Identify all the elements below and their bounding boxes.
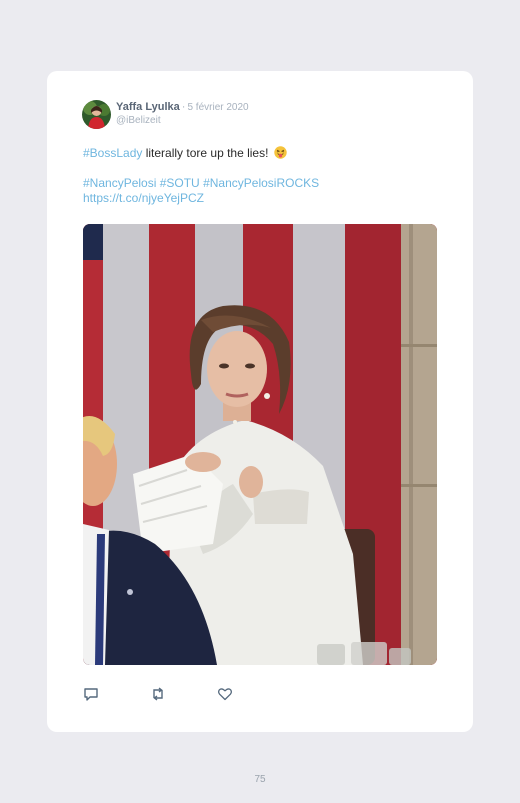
tweet-text-line-2: #NancyPelosi #SOTU #NancyPelosiROCKS bbox=[83, 176, 319, 191]
author-name-text[interactable]: Yaffa Lyulka bbox=[116, 101, 180, 113]
retweet-icon[interactable] bbox=[150, 686, 166, 702]
heart-icon[interactable] bbox=[217, 686, 233, 702]
hashtag-sotu[interactable]: #SOTU bbox=[160, 176, 200, 190]
tweet-text-line-3: https://t.co/njyeYejPCZ bbox=[83, 191, 204, 206]
face-with-tongue-emoji-icon bbox=[274, 146, 287, 159]
tweet-card: Yaffa Lyulka · 5 février 2020 @iBelizeit #… bbox=[47, 71, 473, 732]
tweet-text-line-1: #BossLady literally tore up the lies! bbox=[83, 146, 287, 161]
hashtag-bosslady[interactable]: #BossLady bbox=[83, 146, 142, 160]
tweet-media[interactable] bbox=[83, 224, 437, 665]
page-number: 75 bbox=[254, 774, 266, 785]
hashtag-nancypelosi[interactable]: #NancyPelosi bbox=[83, 176, 156, 190]
media-image bbox=[83, 224, 437, 665]
author-name[interactable]: Yaffa Lyulka · 5 février 2020 bbox=[116, 101, 249, 113]
hashtag-nancypelosirocks[interactable]: #NancyPelosiROCKS bbox=[203, 176, 319, 190]
separator-dot: · bbox=[181, 101, 186, 113]
avatar[interactable] bbox=[82, 100, 111, 129]
author-handle[interactable]: @iBelizeit bbox=[116, 115, 161, 126]
tweet-date[interactable]: 5 février 2020 bbox=[187, 102, 248, 113]
tweet-link[interactable]: https://t.co/njyeYejPCZ bbox=[83, 191, 204, 205]
tweet-text: literally tore up the lies! bbox=[142, 146, 269, 160]
reply-icon[interactable] bbox=[83, 686, 99, 702]
